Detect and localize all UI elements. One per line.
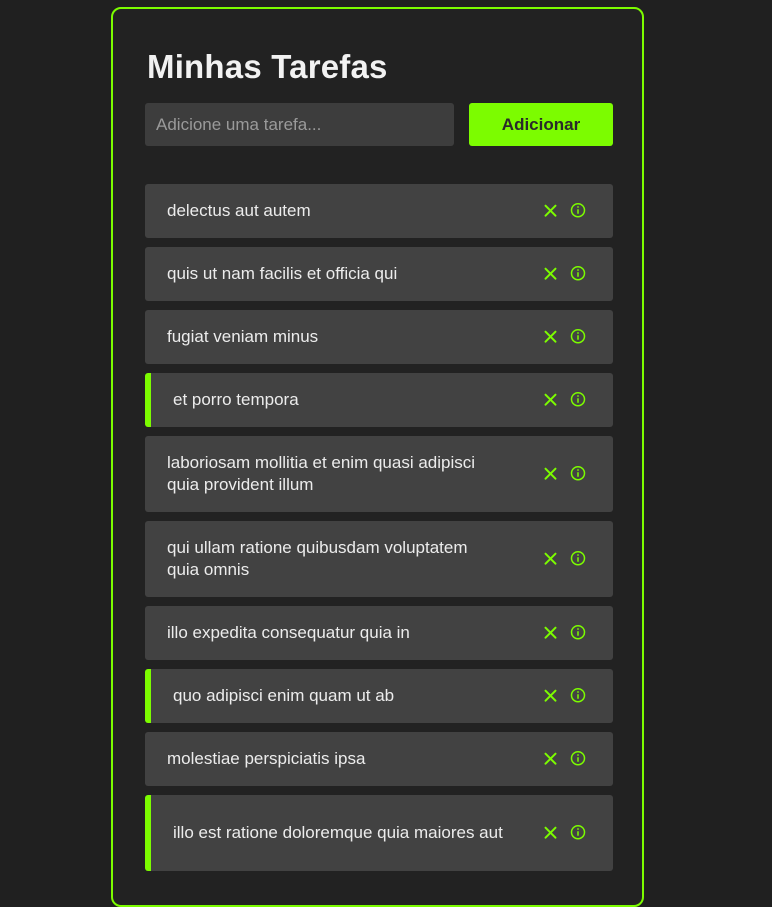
close-icon[interactable] [542, 550, 558, 566]
close-icon[interactable] [542, 265, 558, 281]
info-icon[interactable] [570, 265, 586, 281]
info-icon[interactable] [570, 550, 586, 566]
task-actions [542, 265, 586, 281]
task-actions [542, 328, 586, 344]
task-text: illo est ratione doloremque quia maiores… [173, 823, 503, 842]
task-item[interactable]: delectus aut autem [145, 184, 613, 238]
info-icon[interactable] [570, 202, 586, 218]
task-text: qui ullam ratione quibusdam voluptatem q… [167, 538, 468, 579]
task-text: illo expedita consequatur quia in [167, 623, 410, 642]
close-icon[interactable] [542, 624, 558, 640]
info-icon[interactable] [570, 824, 586, 840]
task-text: molestiae perspiciatis ipsa [167, 749, 366, 768]
info-icon[interactable] [570, 624, 586, 640]
task-actions [542, 624, 586, 640]
info-icon[interactable] [570, 750, 586, 766]
info-icon[interactable] [570, 391, 586, 407]
task-item[interactable]: illo expedita consequatur quia in [145, 606, 613, 660]
add-task-button[interactable]: Adicionar [469, 103, 613, 146]
task-actions [542, 202, 586, 218]
task-actions [542, 687, 586, 703]
close-icon[interactable] [542, 465, 558, 481]
task-input[interactable] [145, 103, 454, 146]
task-item[interactable]: laboriosam mollitia et enim quasi adipis… [145, 436, 613, 512]
todo-panel: Minhas Tarefas Adicionar delectus aut au… [111, 7, 644, 907]
task-list: delectus aut autem quis ut nam facilis e… [145, 184, 613, 880]
task-text: quis ut nam facilis et officia qui [167, 264, 398, 283]
task-text: delectus aut autem [167, 201, 311, 220]
close-icon[interactable] [542, 328, 558, 344]
task-item-completed[interactable]: illo est ratione doloremque quia maiores… [145, 795, 613, 871]
task-text: quo adipisci enim quam ut ab [173, 686, 395, 705]
task-actions [542, 391, 586, 407]
close-icon[interactable] [542, 687, 558, 703]
task-text: laboriosam mollitia et enim quasi adipis… [167, 453, 476, 494]
task-item-completed[interactable]: et porro tempora [145, 373, 613, 427]
page-title: Minhas Tarefas [147, 48, 388, 85]
close-icon[interactable] [542, 750, 558, 766]
task-actions [542, 824, 586, 840]
info-icon[interactable] [570, 465, 586, 481]
task-text: fugiat veniam minus [167, 327, 319, 346]
task-item[interactable]: quis ut nam facilis et officia qui [145, 247, 613, 301]
task-actions [542, 750, 586, 766]
task-item[interactable]: fugiat veniam minus [145, 310, 613, 364]
info-icon[interactable] [570, 328, 586, 344]
task-item-completed[interactable]: quo adipisci enim quam ut ab [145, 669, 613, 723]
task-text: et porro tempora [173, 390, 299, 409]
task-actions [542, 465, 586, 481]
close-icon[interactable] [542, 202, 558, 218]
info-icon[interactable] [570, 687, 586, 703]
task-item[interactable]: qui ullam ratione quibusdam voluptatem q… [145, 521, 613, 597]
task-actions [542, 550, 586, 566]
close-icon[interactable] [542, 824, 558, 840]
task-item[interactable]: molestiae perspiciatis ipsa [145, 732, 613, 786]
close-icon[interactable] [542, 391, 558, 407]
